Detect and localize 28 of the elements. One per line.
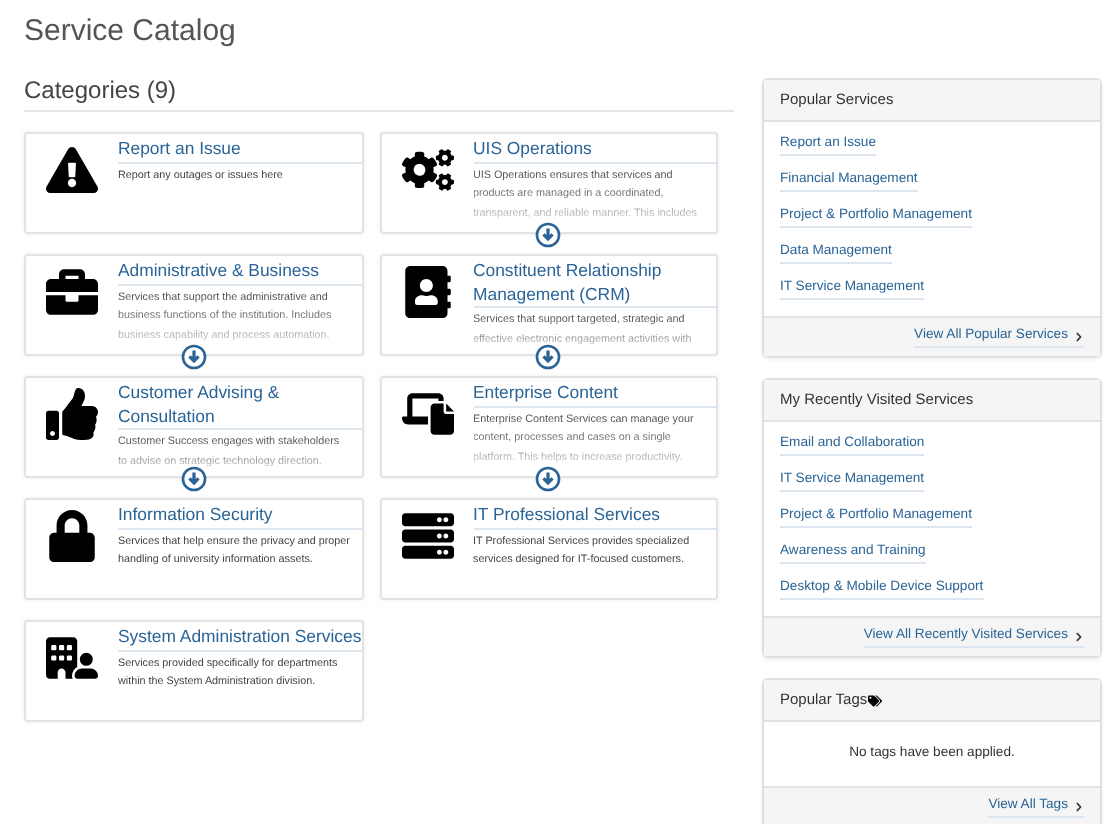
category-link[interactable]: UIS Operations xyxy=(473,138,717,163)
warning-icon xyxy=(46,144,98,196)
page-title: Service Catalog xyxy=(24,14,238,50)
chevron-right-icon xyxy=(1074,331,1084,341)
briefcase-icon xyxy=(46,266,98,318)
laptop-file-icon xyxy=(401,388,453,440)
gears-icon xyxy=(401,144,453,196)
category-link[interactable]: Information Security xyxy=(118,504,362,529)
chevron-right-icon xyxy=(1074,631,1084,641)
category-link[interactable]: Constituent Relationship Management (CRM) xyxy=(473,260,717,308)
contact-book-icon xyxy=(401,266,453,318)
server-icon xyxy=(401,510,453,562)
category-link[interactable]: Report an Issue xyxy=(118,138,362,163)
expand-down-icon[interactable] xyxy=(535,466,562,492)
category-link[interactable]: Customer Advising & Consultation xyxy=(118,382,362,430)
expand-down-icon[interactable] xyxy=(180,466,207,492)
category-link[interactable]: IT Professional Services xyxy=(473,504,717,529)
chevron-right-icon xyxy=(1074,801,1084,812)
category-link[interactable]: Enterprise Content xyxy=(473,382,717,407)
building-user-icon xyxy=(46,632,98,684)
expand-down-icon[interactable] xyxy=(180,344,207,370)
category-link[interactable]: Administrative & Business xyxy=(118,260,362,285)
expand-down-icon[interactable] xyxy=(535,344,562,370)
expand-down-icon[interactable] xyxy=(535,222,562,248)
category-link[interactable]: System Administration Services xyxy=(118,626,362,651)
padlock-icon xyxy=(46,510,98,562)
thumbs-up-icon xyxy=(46,388,98,440)
section-heading: Categories (9) xyxy=(24,76,734,112)
